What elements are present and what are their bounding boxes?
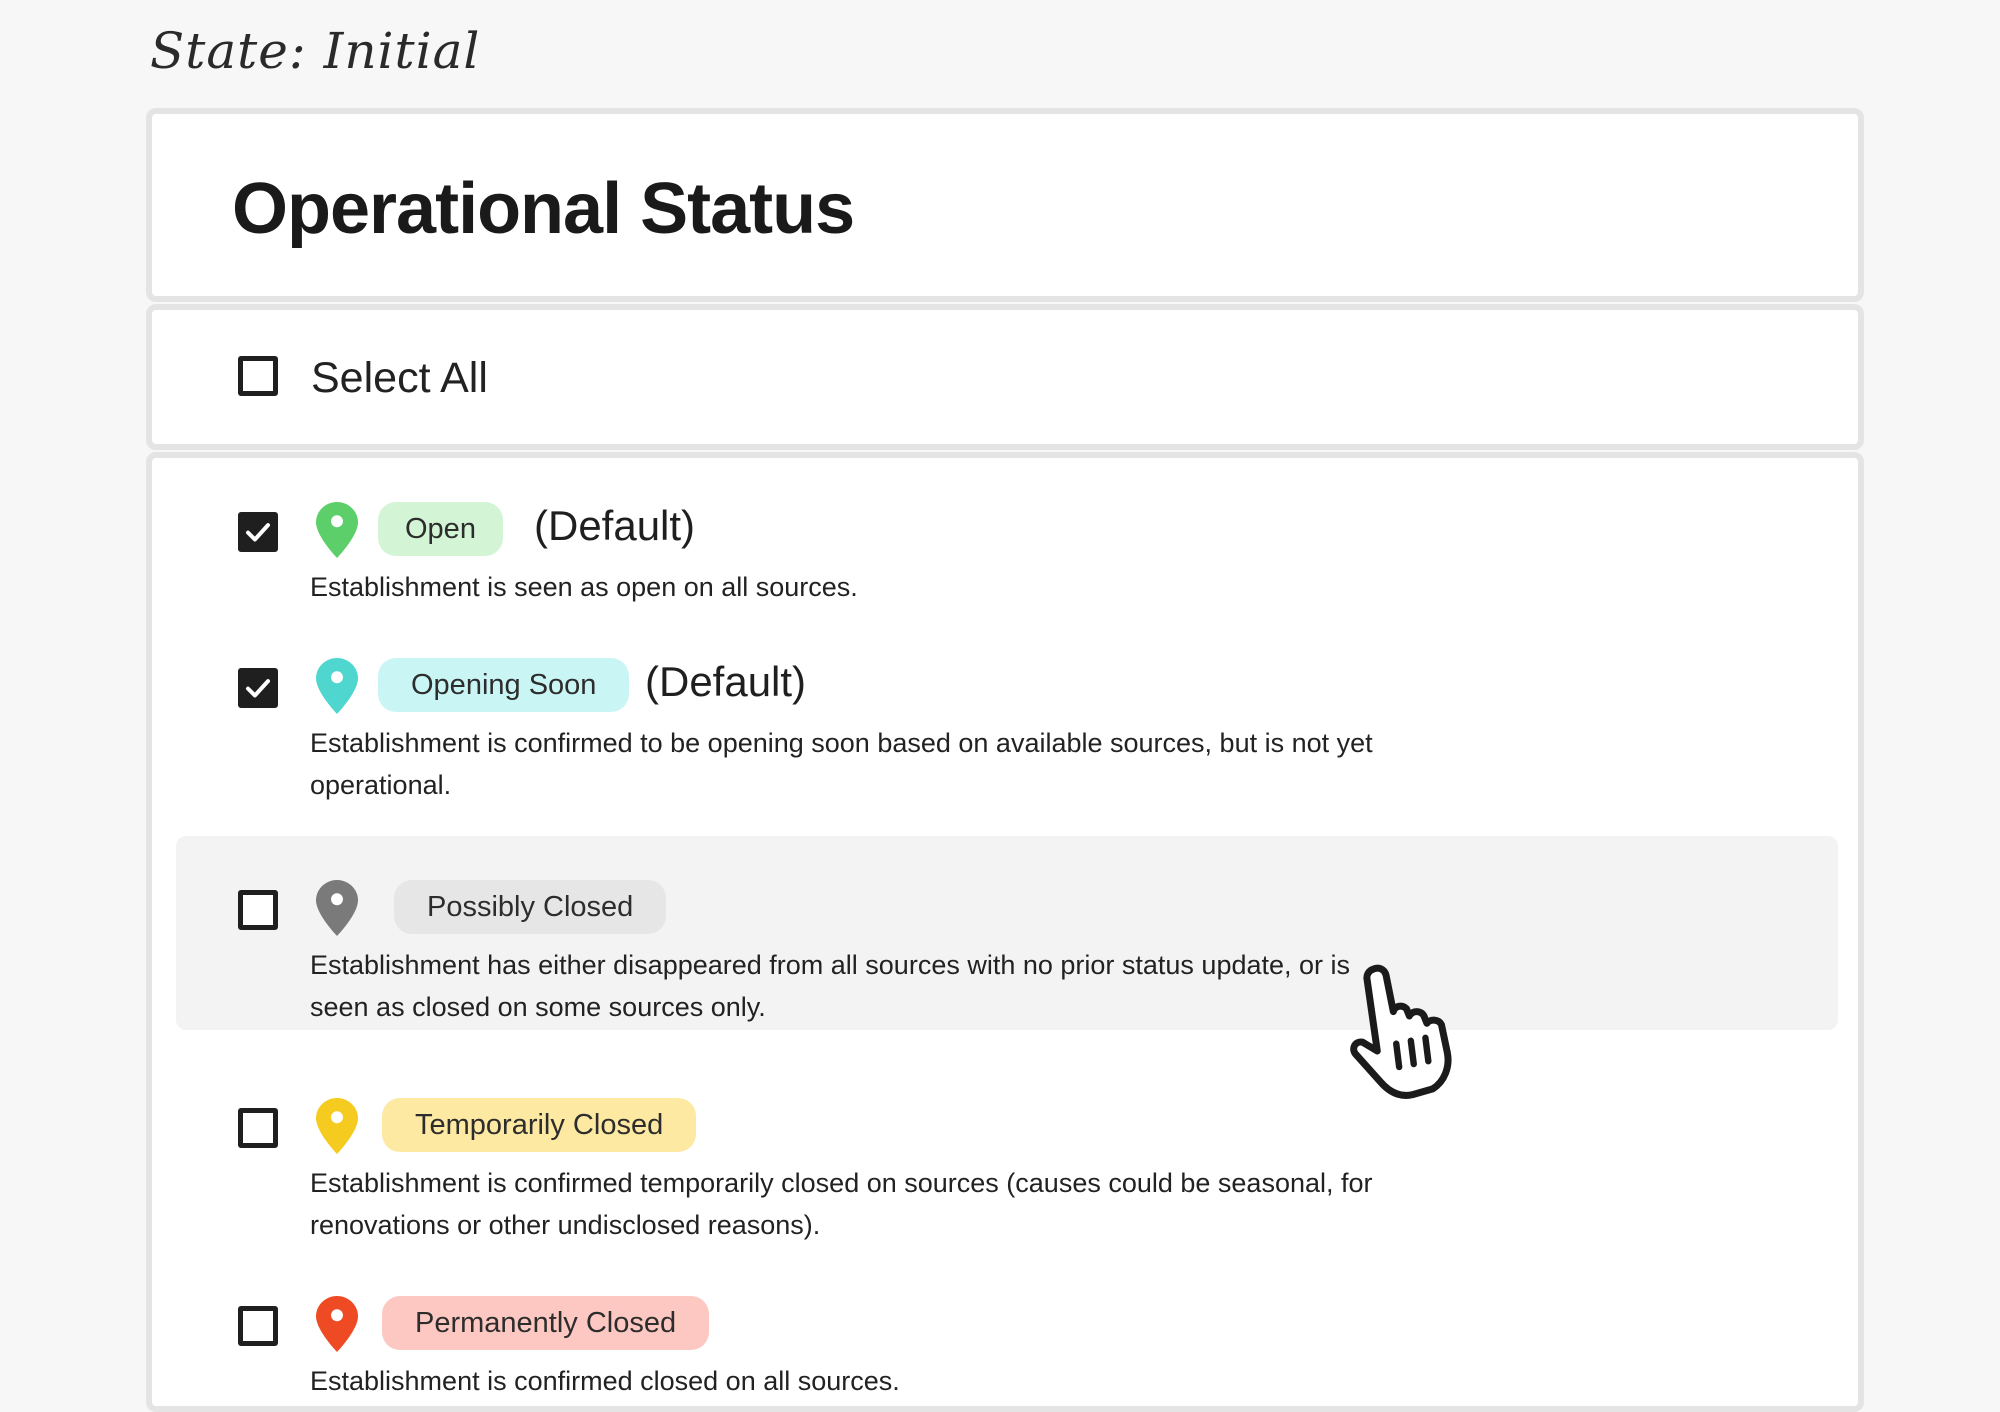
default-tag: (Default) <box>645 658 807 705</box>
default-tag: (Default) <box>534 502 696 549</box>
status-option-temporarily-closed[interactable]: Temporarily Closed Establishment is conf… <box>152 1054 1858 1240</box>
status-option-opening-soon[interactable]: Opening Soon (Default) Establishment is … <box>152 614 1858 800</box>
status-badge-permanently-closed: Permanently Closed <box>382 1296 710 1350</box>
select-all-label[interactable]: Select All <box>311 354 488 403</box>
status-description: Establishment has either disappeared fro… <box>310 950 1351 1022</box>
temporarily-closed-checkbox[interactable] <box>238 1108 278 1148</box>
hand-pointer-cursor-icon <box>1350 964 1452 1099</box>
status-description: Establishment is confirmed temporarily c… <box>310 1168 1373 1240</box>
status-options-list: Open (Default) Establishment is seen as … <box>146 452 1864 1412</box>
open-checkbox[interactable] <box>238 512 278 552</box>
page-title: Operational Status <box>232 169 855 249</box>
status-option-permanently-closed[interactable]: Permanently Closed Establishment is conf… <box>152 1252 1858 1402</box>
status-description: Establishment is confirmed closed on all… <box>310 1366 900 1396</box>
title-card: Operational Status <box>146 108 1864 302</box>
state-label: State: Initial <box>150 22 481 80</box>
status-badge-open: Open <box>378 502 503 556</box>
status-description: Establishment is confirmed to be opening… <box>310 728 1373 800</box>
select-all-checkbox[interactable] <box>238 356 278 396</box>
map-pin-icon <box>316 1098 358 1154</box>
checkmark-icon <box>246 679 270 698</box>
status-badge-possibly-closed: Possibly Closed <box>394 880 667 934</box>
map-pin-icon <box>316 880 358 936</box>
opening-soon-checkbox[interactable] <box>238 668 278 708</box>
map-pin-icon <box>316 1296 358 1352</box>
permanently-closed-checkbox[interactable] <box>238 1306 278 1346</box>
status-badge-opening-soon: Opening Soon <box>378 658 630 712</box>
checkmark-icon <box>246 523 270 542</box>
status-option-possibly-closed[interactable]: Possibly Closed Establishment has either… <box>176 836 1838 1030</box>
status-description: Establishment is seen as open on all sou… <box>310 572 858 602</box>
possibly-closed-checkbox[interactable] <box>238 890 278 930</box>
map-pin-icon <box>316 658 358 714</box>
status-badge-temporarily-closed: Temporarily Closed <box>382 1098 697 1152</box>
status-option-open[interactable]: Open (Default) Establishment is seen as … <box>152 458 1858 608</box>
select-all-row[interactable]: Select All <box>146 304 1864 450</box>
map-pin-icon <box>316 502 358 558</box>
